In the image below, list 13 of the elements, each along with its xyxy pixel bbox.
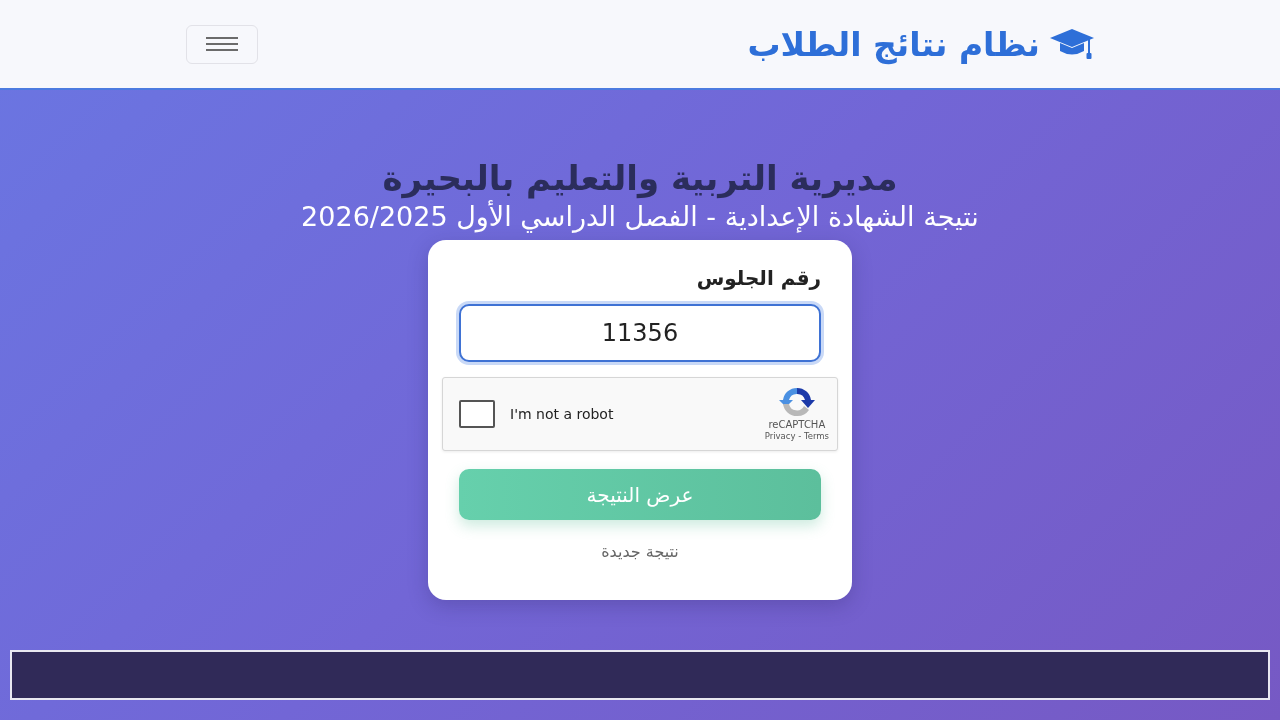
captcha-label: I'm not a robot bbox=[510, 406, 614, 422]
menu-button[interactable] bbox=[186, 24, 258, 64]
page-title: مديرية التربية والتعليم بالبحيرة bbox=[382, 157, 898, 200]
new-result-link[interactable]: نتيجة جديدة bbox=[601, 540, 679, 564]
graduation-cap-icon bbox=[1050, 29, 1094, 59]
privacy-terms-links[interactable]: Privacy - Terms bbox=[764, 431, 829, 442]
field-label: رقم الجلوس bbox=[696, 265, 821, 292]
seat-number-input[interactable]: 11356 bbox=[459, 304, 821, 362]
captcha-checkbox[interactable] bbox=[459, 400, 495, 428]
site-title-link[interactable]: نظام نتائج الطلاب bbox=[747, 24, 1040, 64]
page-subtitle: نتيجة الشهادة الإعدادية - الفصل الدراسي الأول 2026/2025 bbox=[301, 200, 979, 234]
menu-icon bbox=[206, 37, 238, 51]
recaptcha-brand: reCAPTCHA bbox=[768, 418, 826, 431]
